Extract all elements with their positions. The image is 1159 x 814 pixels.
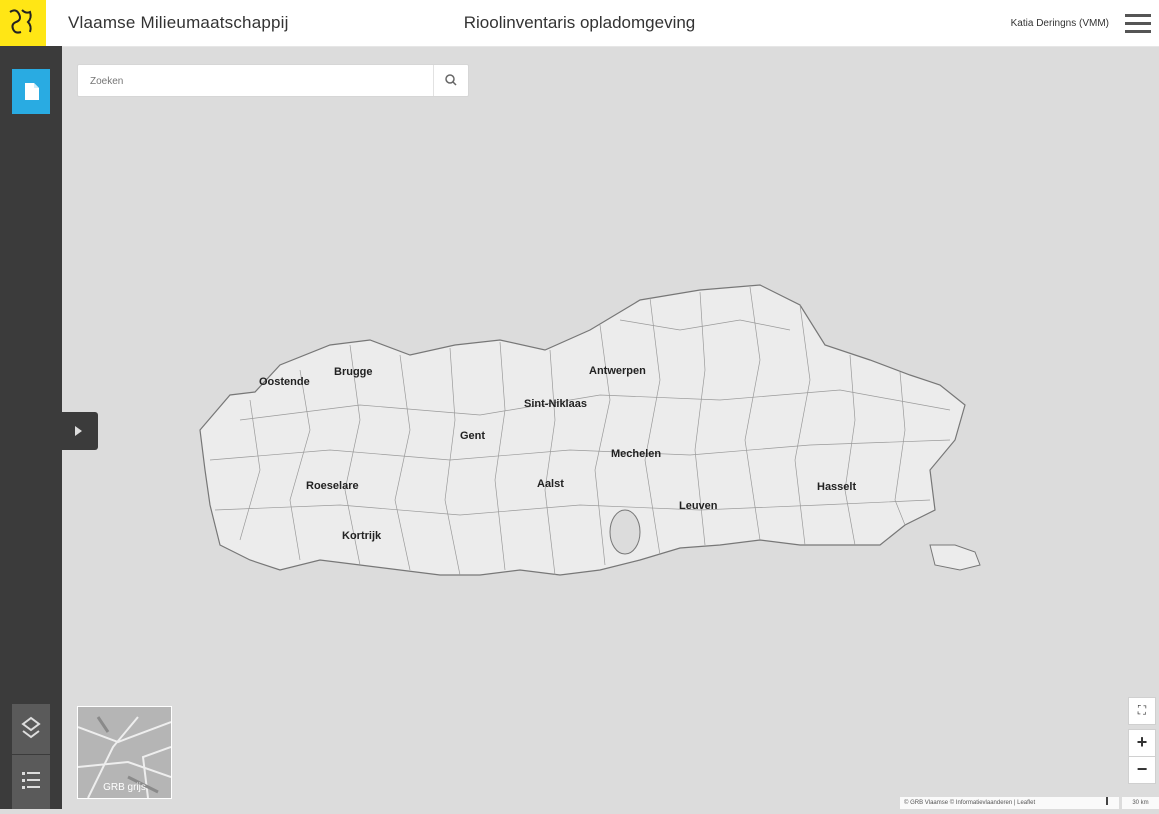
layers-button[interactable] [12, 704, 50, 754]
city-label-gent: Gent [460, 430, 486, 442]
city-label-brugge: Brugge [334, 366, 373, 378]
scale-label: 30 km [1122, 797, 1159, 809]
city-label-hasselt: Hasselt [817, 481, 857, 493]
map-attribution[interactable]: © GRB Vlaamse © Informatievlaanderen | L… [900, 797, 1119, 809]
document-button[interactable] [12, 69, 50, 114]
hamburger-icon[interactable] [1125, 14, 1151, 34]
search-button[interactable] [433, 65, 468, 96]
app-title: Rioolinventaris opladomgeving [463, 13, 696, 32]
search-box [77, 64, 469, 97]
city-label-roeselare: Roeselare [306, 480, 359, 492]
city-label-mechelen: Mechelen [611, 448, 662, 460]
user-name[interactable]: Katia Deringns (VMM) [1011, 18, 1109, 29]
city-label-antwerpen: Antwerpen [589, 365, 646, 377]
top-bar: Vlaamse Milieumaatschappij Rioolinventar… [0, 0, 1159, 47]
legend-icon [22, 772, 40, 789]
city-label-aalst: Aalst [537, 478, 564, 490]
legend-button[interactable] [12, 755, 50, 809]
zoom-out-button[interactable]: − [1128, 756, 1156, 784]
zoom-in-button[interactable]: + [1128, 729, 1156, 757]
city-label-sint-niklaas: Sint-Niklaas [524, 398, 587, 410]
city-label-kortrijk: Kortrijk [342, 530, 382, 542]
document-icon [25, 83, 39, 100]
search-input[interactable] [88, 71, 422, 91]
layers-icon [21, 716, 41, 739]
city-label-leuven: Leuven [679, 500, 718, 512]
map-canvas[interactable] [62, 46, 1159, 809]
sidebar-bottom-tools [12, 704, 50, 809]
expand-icon [75, 426, 82, 436]
sidebar [0, 46, 62, 809]
basemap-label: GRB grijs [103, 782, 146, 793]
flanders-outline [199, 284, 981, 576]
search-icon [445, 74, 457, 86]
expand-panel-button[interactable] [60, 412, 98, 450]
fullscreen-button[interactable]: ⛶ [1128, 697, 1156, 725]
basemap-switcher[interactable]: GRB grijs [77, 706, 172, 799]
city-label-oostende: Oostende [259, 376, 310, 388]
scale-bar [1106, 797, 1108, 805]
